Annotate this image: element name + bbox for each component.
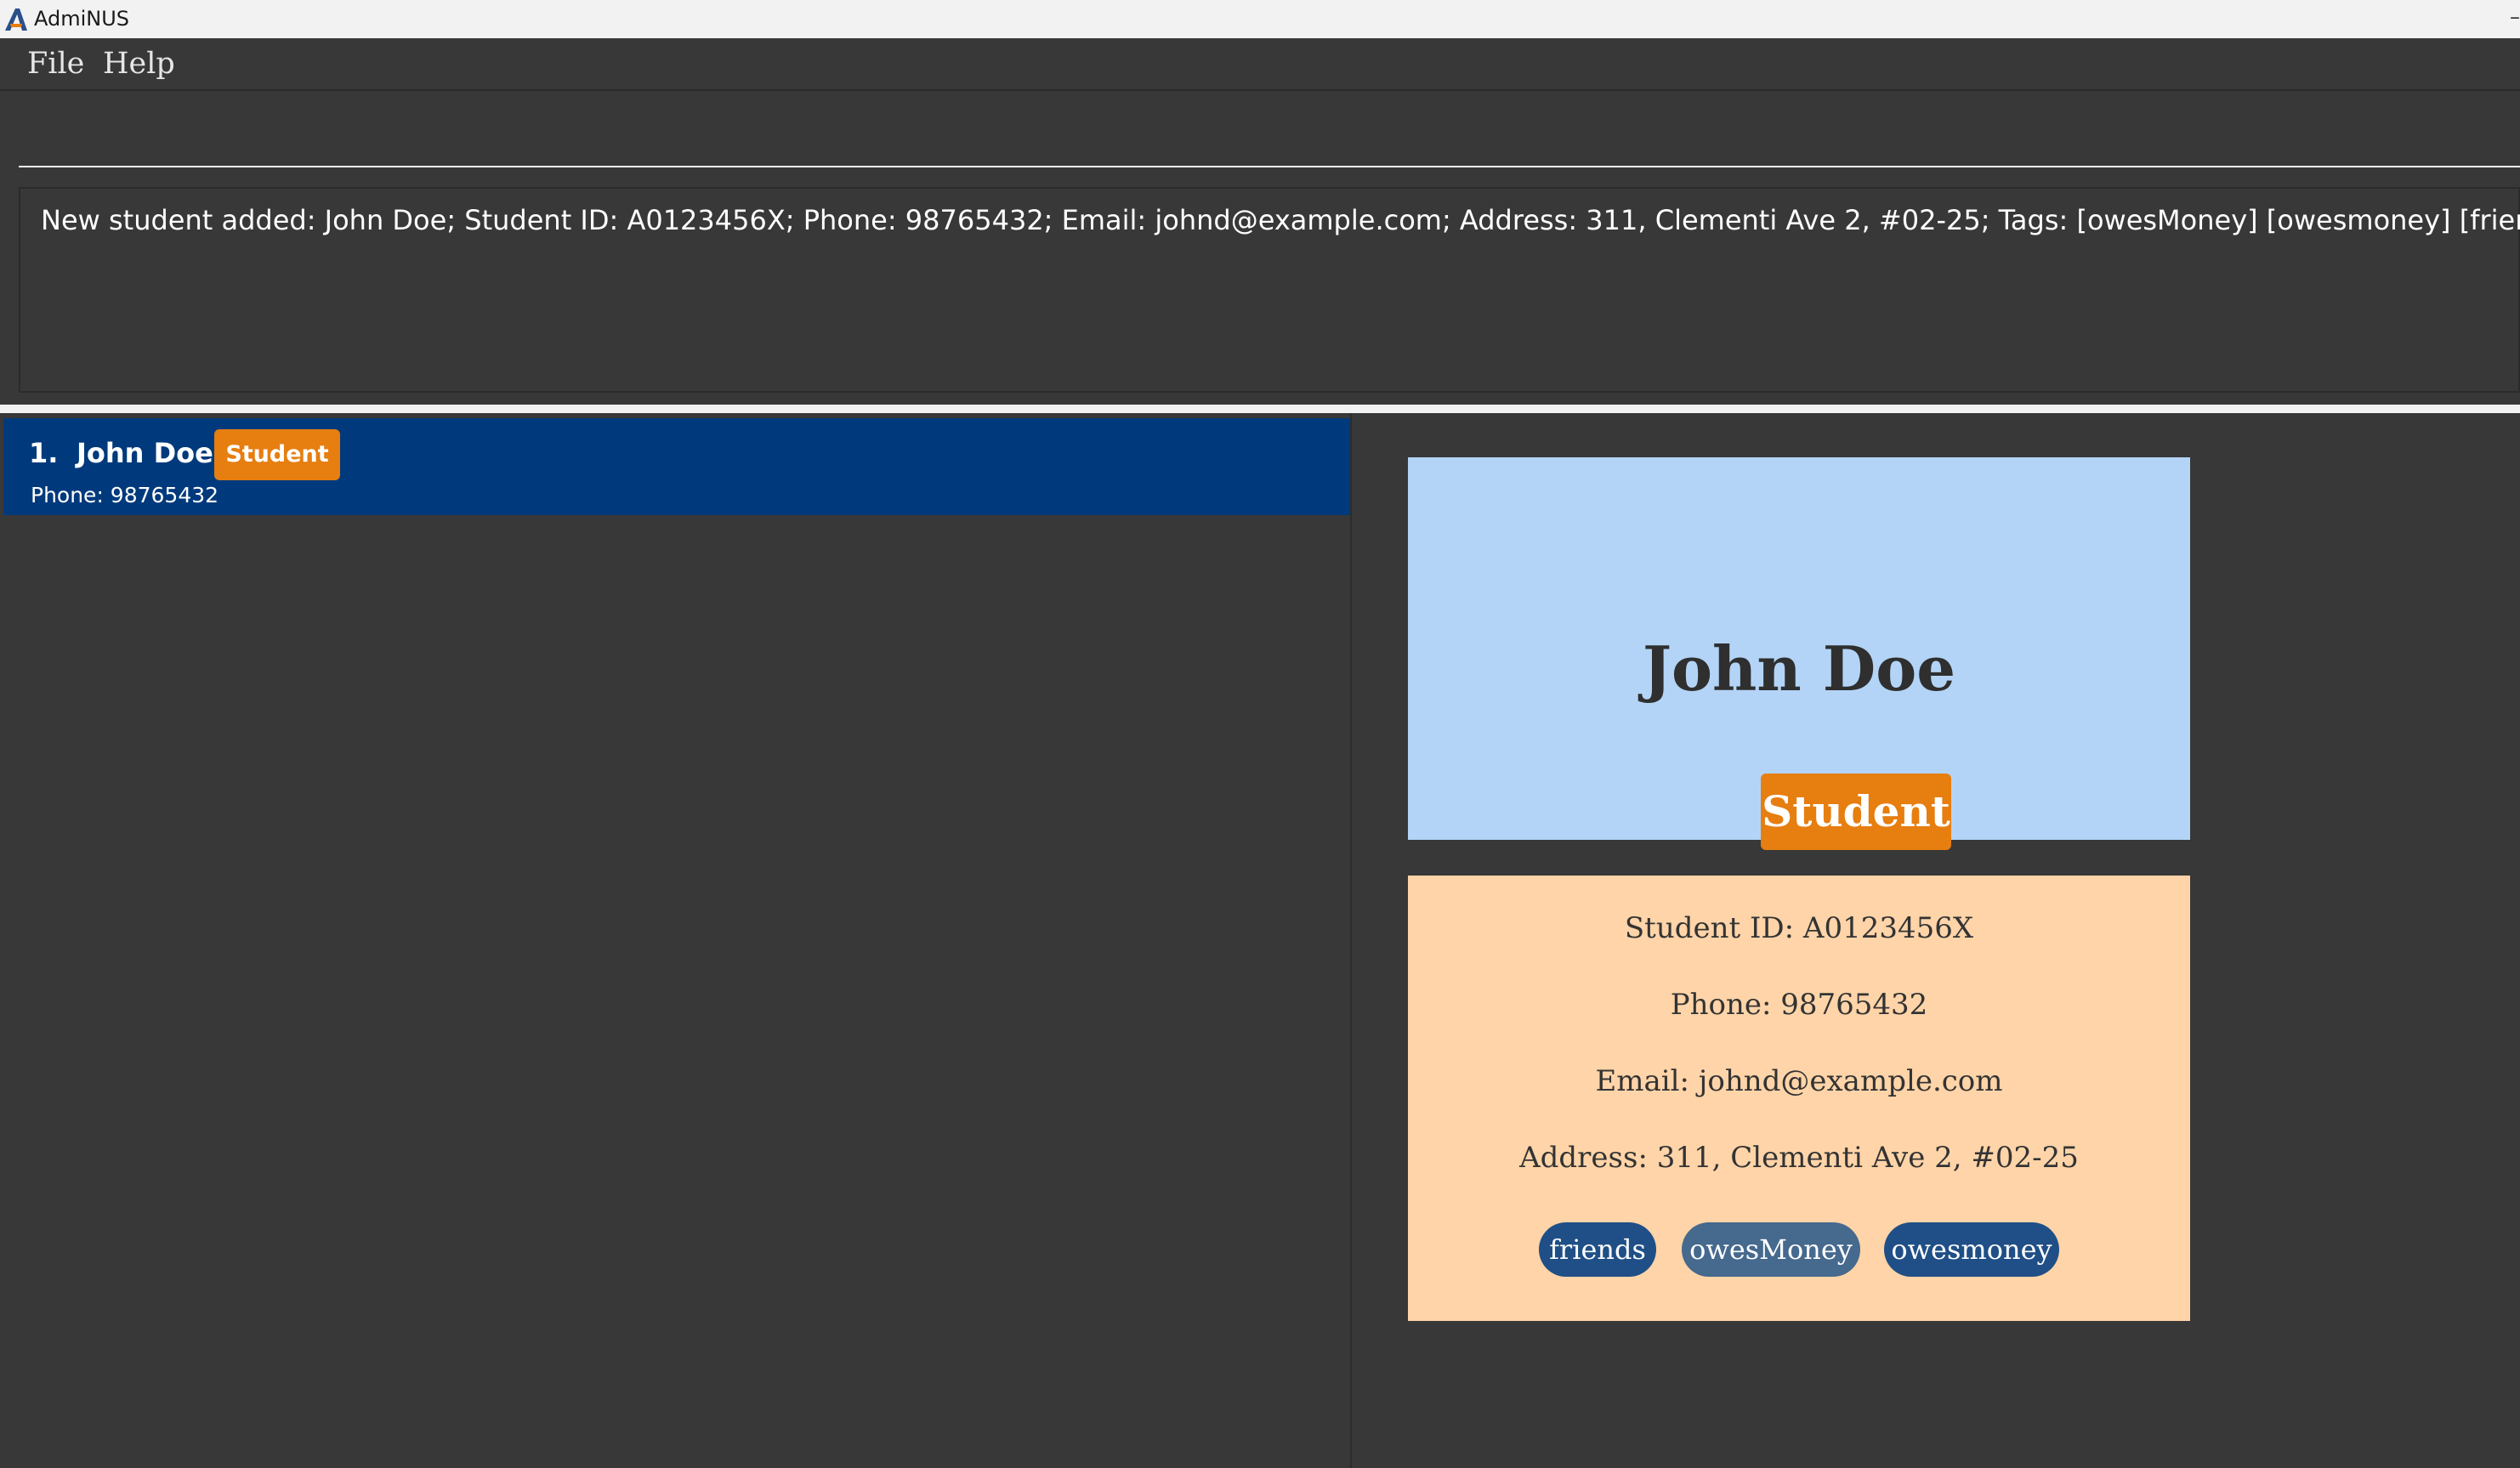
command-input[interactable] — [19, 98, 2520, 167]
list-item-index: 1. — [29, 437, 59, 469]
detail-student-id: Student ID: A0123456X — [1624, 911, 1974, 945]
app-window: AdmiNUS – File Help New student added: J… — [0, 0, 2520, 1468]
minimize-icon[interactable]: – — [2510, 5, 2520, 29]
title-bar: AdmiNUS – — [0, 0, 2520, 38]
result-message: New student added: John Doe; Student ID:… — [41, 204, 2520, 236]
detail-phone: Phone: 98765432 — [1670, 988, 1928, 1022]
window-title: AdmiNUS — [34, 7, 130, 31]
detail-email: Email: johnd@example.com — [1595, 1064, 2003, 1098]
detail-info-card: Student ID: A0123456X Phone: 98765432 Em… — [1408, 876, 2190, 1321]
detail-name-card: John Doe Student — [1408, 457, 2190, 850]
menu-bar: File Help — [0, 38, 2520, 91]
role-badge: Student — [214, 429, 340, 480]
app-logo-icon — [5, 9, 27, 31]
menu-help[interactable]: Help — [103, 47, 175, 81]
result-display: New student added: John Doe; Student ID:… — [19, 187, 2520, 393]
detail-panel: John Doe Student Student ID: A0123456X P… — [1352, 413, 2520, 1468]
tag-owesmoney: owesmoney — [1884, 1222, 2059, 1277]
list-item-name: John Doe — [77, 437, 213, 469]
detail-address: Address: 311, Clementi Ave 2, #02-25 — [1519, 1141, 2079, 1175]
tag-owesMoney: owesMoney — [1682, 1222, 1860, 1277]
divider — [0, 405, 2520, 413]
list-item-phone: Phone: 98765432 — [31, 483, 219, 507]
detail-name: John Doe — [1642, 632, 1956, 705]
detail-role-badge: Student — [1761, 774, 1951, 850]
student-list-panel: 1. John Doe Student Phone: 98765432 — [0, 413, 1352, 1468]
menu-file[interactable]: File — [27, 47, 84, 81]
command-box — [0, 91, 2520, 176]
list-item[interactable]: 1. John Doe Student Phone: 98765432 — [3, 418, 1350, 515]
tag-friends: friends — [1539, 1222, 1656, 1277]
